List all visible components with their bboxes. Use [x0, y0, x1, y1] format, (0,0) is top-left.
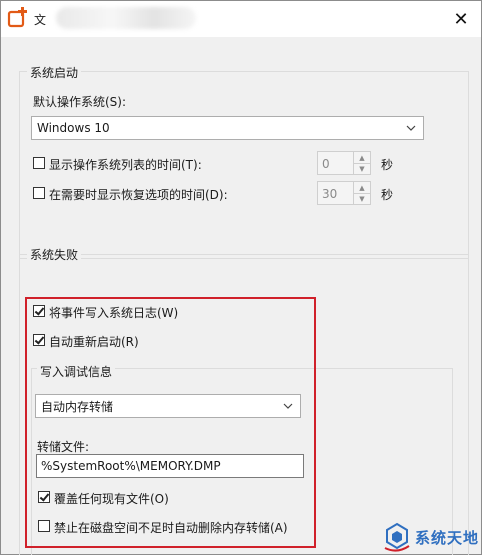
show-os-list-label: 显示操作系统列表的时间(T): — [49, 158, 202, 172]
watermark-text: 系统天地 — [415, 529, 480, 547]
watermark: 系统天地 — [379, 521, 482, 555]
show-os-list-value: 0 — [322, 157, 330, 171]
default-os-value: Windows 10 — [37, 121, 110, 135]
show-recovery-unit: 秒 — [381, 188, 394, 202]
show-recovery-spinner[interactable]: 30 ▲ ▼ — [317, 181, 371, 205]
default-os-label: 默认操作系统(S): — [33, 95, 127, 109]
system-failure-title: 系统失败 — [27, 246, 82, 263]
show-recovery-checkbox[interactable] — [33, 187, 45, 199]
app-icon — [7, 7, 27, 28]
system-startup-title: 系统启动 — [27, 64, 82, 81]
startup-recovery-dialog: 文 ✕ 系统启动 默认操作系统(S): Windows 10 显示操作系统列表的… — [0, 0, 482, 555]
title-bar: 文 ✕ — [1, 1, 481, 37]
spin-down-icon[interactable]: ▼ — [354, 193, 370, 204]
blurred-title — [56, 7, 196, 29]
show-recovery-value: 30 — [322, 187, 338, 201]
show-os-list-checkbox[interactable] — [33, 157, 45, 169]
default-os-select[interactable]: Windows 10 — [31, 116, 424, 140]
highlight-box — [25, 297, 316, 548]
window-title: 文 — [34, 13, 47, 27]
show-os-list-spinner[interactable]: 0 ▲ ▼ — [317, 151, 371, 175]
close-button[interactable]: ✕ — [449, 7, 473, 31]
show-os-list-unit: 秒 — [381, 158, 394, 172]
show-recovery-label: 在需要时显示恢复选项的时间(D): — [49, 188, 228, 202]
watermark-logo-icon — [384, 522, 410, 552]
chevron-down-icon — [404, 120, 418, 136]
close-icon: ✕ — [453, 8, 469, 30]
spin-down-icon[interactable]: ▼ — [354, 163, 370, 174]
